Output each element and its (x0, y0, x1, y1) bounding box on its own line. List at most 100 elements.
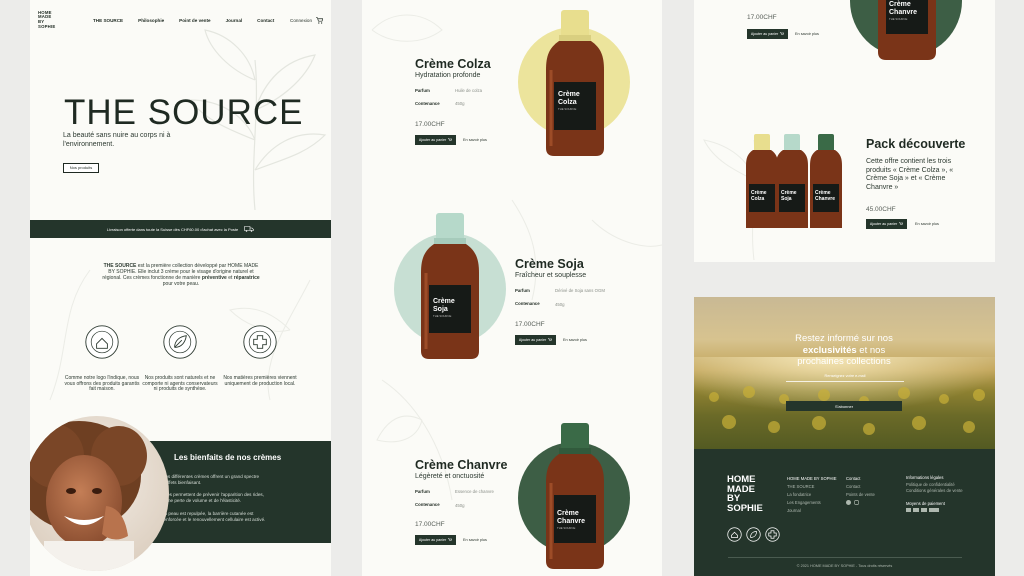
footer-link[interactable]: Conditions générales de vente (906, 488, 966, 495)
product-tagline-chanvre: Légèreté et onctuosité (415, 473, 485, 480)
nav-link-the-source[interactable]: THE SOURCE (93, 18, 123, 23)
cart-icon (448, 138, 453, 141)
bottle-label-line2: Soja (781, 196, 792, 202)
feature-homemade: Comme notre logo l'indique, nous vous of… (62, 324, 142, 393)
learn-more-link[interactable]: En savoir plus (915, 222, 939, 226)
facebook-icon[interactable] (846, 500, 851, 505)
product-name-colza: Crème Colza (415, 57, 491, 71)
cart-icon (780, 32, 785, 35)
add-to-cart-button[interactable]: Ajouter au panier (415, 535, 456, 545)
twint-icon (929, 508, 939, 512)
bottle-label-line2: Chanvre (815, 196, 835, 202)
top-navigation: HOME MADE BY SOPHIE THE SOURCE Philosophie … (38, 10, 323, 30)
benefits-paragraph-2: Elles permettent de prévenir l'apparitio… (162, 492, 264, 503)
nav-link-philosophie[interactable]: Philosophie (138, 18, 164, 23)
products-panel: Crème Colza THE SOURCE Crème Colza Hydra… (362, 0, 662, 576)
footer-link[interactable]: Les Engagements (787, 499, 837, 507)
feature-natural: Nos produits sont naturels et ne comport… (140, 324, 220, 393)
spec-value-contenance: 450g (555, 302, 565, 307)
nav-link-journal[interactable]: Journal (226, 18, 243, 23)
footer-link[interactable]: Contact (846, 483, 875, 491)
visa-icon (921, 508, 927, 512)
collection-intro: THE SOURCE est la première collection dé… (102, 263, 260, 287)
chanvre-bottle-image: Crème Chanvre THE SOURCE (546, 423, 604, 569)
bottle-label-brand: THE SOURCE (557, 526, 575, 530)
benefits-title: Les bienfaits de nos crèmes (174, 453, 282, 462)
nav-links: THE SOURCE Philosophie Point de vente Jo… (93, 18, 274, 23)
our-products-button[interactable]: Nos produits (63, 163, 99, 173)
benefits-paragraph-3: La peau est repulpée, la barrière cutané… (162, 511, 266, 522)
bottle-label-line1: Crème (889, 1, 911, 8)
model-portrait (30, 416, 169, 571)
footer-link[interactable]: HOME MADE BY SOPHIE (787, 475, 837, 483)
nav-account: Connexion (290, 16, 323, 24)
spec-label-contenance: Contenance (515, 301, 540, 306)
spec-value-parfum: Dérivé de Soja sans OGM (555, 288, 605, 293)
site-footer: HOME MADE BY SOPHIE HOME MADE BY SOPHIE THE… (694, 449, 995, 576)
leaf-badge-icon (163, 325, 197, 359)
spec-value-parfum: Huile de colza (455, 88, 482, 93)
footer-logo[interactable]: HOME MADE BY SOPHIE (727, 475, 763, 513)
footer-link[interactable]: Journal (787, 507, 837, 515)
subscribe-button[interactable]: S'abonner (786, 401, 902, 411)
spec-label-parfum: Parfum (415, 489, 430, 494)
instagram-icon[interactable] (854, 500, 859, 505)
cart-icon[interactable] (316, 16, 323, 24)
product-tagline-soja: Fraîcheur et souplesse (515, 272, 587, 279)
product-name-soja: Crème Soja (515, 257, 584, 271)
bottle-label-brand: THE SOURCE (433, 314, 451, 318)
spec-value-parfum: Essence de chanvre (455, 489, 494, 494)
spec-label-contenance: Contenance (415, 502, 440, 507)
bottle-label-line2: Colza (751, 196, 765, 202)
spec-label-contenance: Contenance (415, 101, 440, 106)
learn-more-link[interactable]: En savoir plus (563, 338, 587, 342)
footer-divider (728, 557, 962, 558)
nav-link-contact[interactable]: Contact (257, 18, 274, 23)
add-to-cart-button[interactable]: Ajouter au panier (747, 29, 788, 39)
feature-local: Nos matières premières viennent uniqueme… (220, 324, 300, 387)
footer-link[interactable]: Points de vente (846, 491, 875, 499)
copyright: © 2021 HOME MADE BY SOPHIE - Tous droits… (796, 564, 893, 568)
homemade-badge-icon (85, 325, 119, 359)
cart-icon (899, 222, 904, 225)
pack-bottles-image: Crème Colza Crème Soja Crème Chanvre (746, 134, 842, 228)
footer-badges (727, 527, 780, 542)
spec-label-parfum: Parfum (515, 288, 530, 293)
hero-title: THE SOURCE (64, 93, 304, 132)
login-link[interactable]: Connexion (290, 18, 312, 23)
footer-links-legal: Informations légales Politique de confid… (906, 475, 966, 512)
footer-link[interactable]: THE SOURCE (787, 483, 837, 491)
footer-link[interactable]: Contact (846, 475, 875, 483)
newsletter-section: Restez informé sur nos exclusivités et n… (694, 297, 995, 449)
cart-icon (448, 538, 453, 541)
colza-bottle-image: Crème Colza THE SOURCE (546, 10, 604, 156)
pack-price: 45.00CHF (866, 206, 896, 213)
bottle-label-line1: Crème (433, 298, 455, 305)
homepage-panel: HOME MADE BY SOPHIE THE SOURCE Philosophie … (30, 0, 331, 576)
product-tagline-colza: Hydratation profonde (415, 72, 481, 79)
soja-bottle-image: Crème Soja THE SOURCE (421, 213, 479, 359)
swiss-cross-badge-icon (765, 527, 780, 542)
truck-icon (244, 226, 255, 232)
footer-links-brand: HOME MADE BY SOPHIE THE SOURCE La fondat… (787, 475, 837, 515)
add-to-cart-button[interactable]: Ajouter au panier (866, 219, 907, 229)
spec-value-contenance: 450g (455, 503, 465, 508)
email-input[interactable]: Renseignez votre e-mail (786, 373, 904, 382)
swiss-cross-badge-icon (243, 325, 277, 359)
brand-logo[interactable]: HOME MADE BY SOPHIE (38, 10, 68, 29)
learn-more-link[interactable]: En savoir plus (463, 138, 487, 142)
bottle-label-line2: Colza (558, 99, 577, 106)
pack-and-footer-panel: 17.00CHF Ajouter au panier En savoir plu… (694, 0, 995, 576)
product-price-soja: 17.00CHF (515, 321, 545, 328)
add-to-cart-button[interactable]: Ajouter au panier (415, 135, 456, 145)
nav-link-point-de-vente[interactable]: Point de vente (179, 18, 210, 23)
add-to-cart-button[interactable]: Ajouter au panier (515, 335, 556, 345)
cart-icon (548, 338, 553, 341)
footer-link[interactable]: La fondatrice (787, 491, 837, 499)
newsletter-title: Restez informé sur nos exclusivités et n… (795, 333, 893, 367)
homemade-badge-icon (727, 527, 742, 542)
learn-more-link[interactable]: En savoir plus (795, 32, 819, 36)
chanvre-bottle-image: Crème Chanvre THE SOURCE (878, 0, 936, 60)
learn-more-link[interactable]: En savoir plus (463, 538, 487, 542)
shipping-text: Livraison offerte dans toute la Suisse d… (106, 226, 239, 232)
